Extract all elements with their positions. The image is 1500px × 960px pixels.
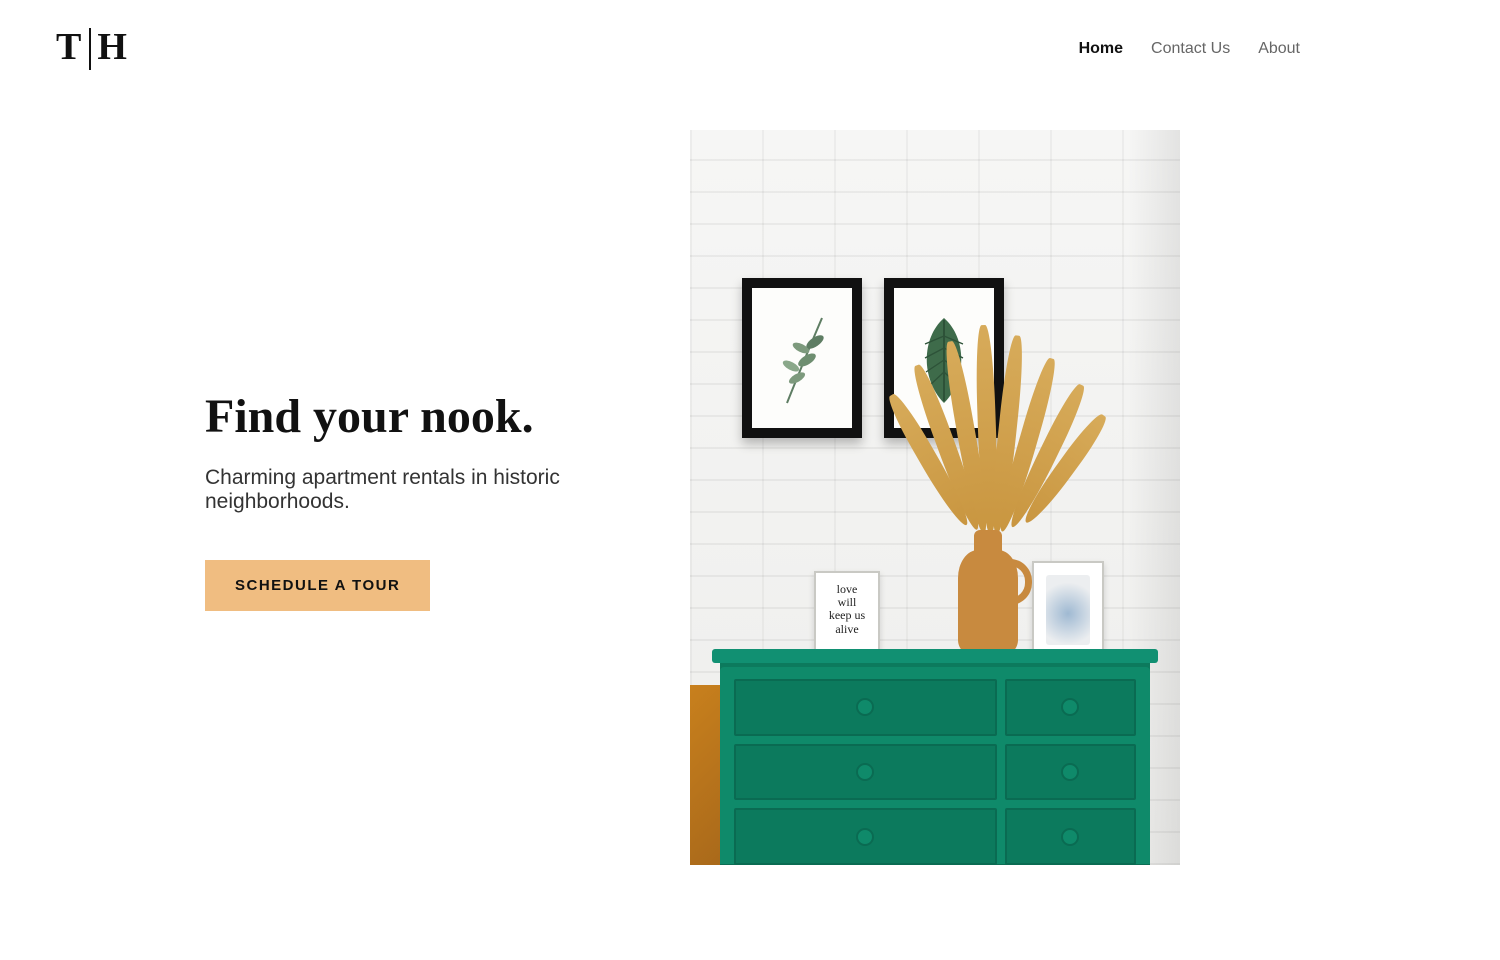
- hero-copy: Find your nook. Charming apartment renta…: [0, 130, 690, 930]
- brand-divider-icon: [89, 28, 91, 70]
- green-dresser: [720, 655, 1150, 865]
- hero-image: love will keep us alive: [690, 130, 1180, 865]
- primary-nav: Home Contact Us About: [1079, 40, 1440, 58]
- drawer: [734, 808, 997, 865]
- hero-title: Find your nook.: [205, 389, 690, 444]
- script-quote: love will keep us alive: [826, 583, 868, 636]
- hero-image-wrap: love will keep us alive: [690, 130, 1500, 930]
- nav-link-home[interactable]: Home: [1079, 40, 1123, 58]
- drawer: [734, 679, 997, 736]
- drawer: [734, 744, 997, 801]
- hero-section: Find your nook. Charming apartment renta…: [0, 70, 1500, 930]
- drawer: [1005, 744, 1136, 801]
- drawer: [1005, 679, 1136, 736]
- site-header: T H Home Contact Us About: [0, 0, 1500, 70]
- vase-icon: [948, 525, 1028, 660]
- drawer: [1005, 808, 1136, 865]
- brand-letter-right: H: [97, 28, 129, 66]
- nav-link-about[interactable]: About: [1258, 40, 1300, 58]
- hero-subtitle: Charming apartment rentals in historic n…: [205, 466, 690, 514]
- wall-frame-left: [742, 278, 862, 438]
- tabletop-frame-left: love will keep us alive: [814, 571, 880, 659]
- brand-logo[interactable]: T H: [56, 28, 129, 70]
- botanical-sprig-icon: [752, 288, 852, 428]
- tabletop-frame-right: [1032, 561, 1104, 659]
- watercolor-icon: [1046, 575, 1090, 645]
- brand-letter-left: T: [56, 28, 83, 66]
- schedule-tour-button[interactable]: SCHEDULE A TOUR: [205, 560, 430, 611]
- pampas-grass-icon: [880, 305, 1100, 535]
- nav-link-contact[interactable]: Contact Us: [1151, 40, 1230, 58]
